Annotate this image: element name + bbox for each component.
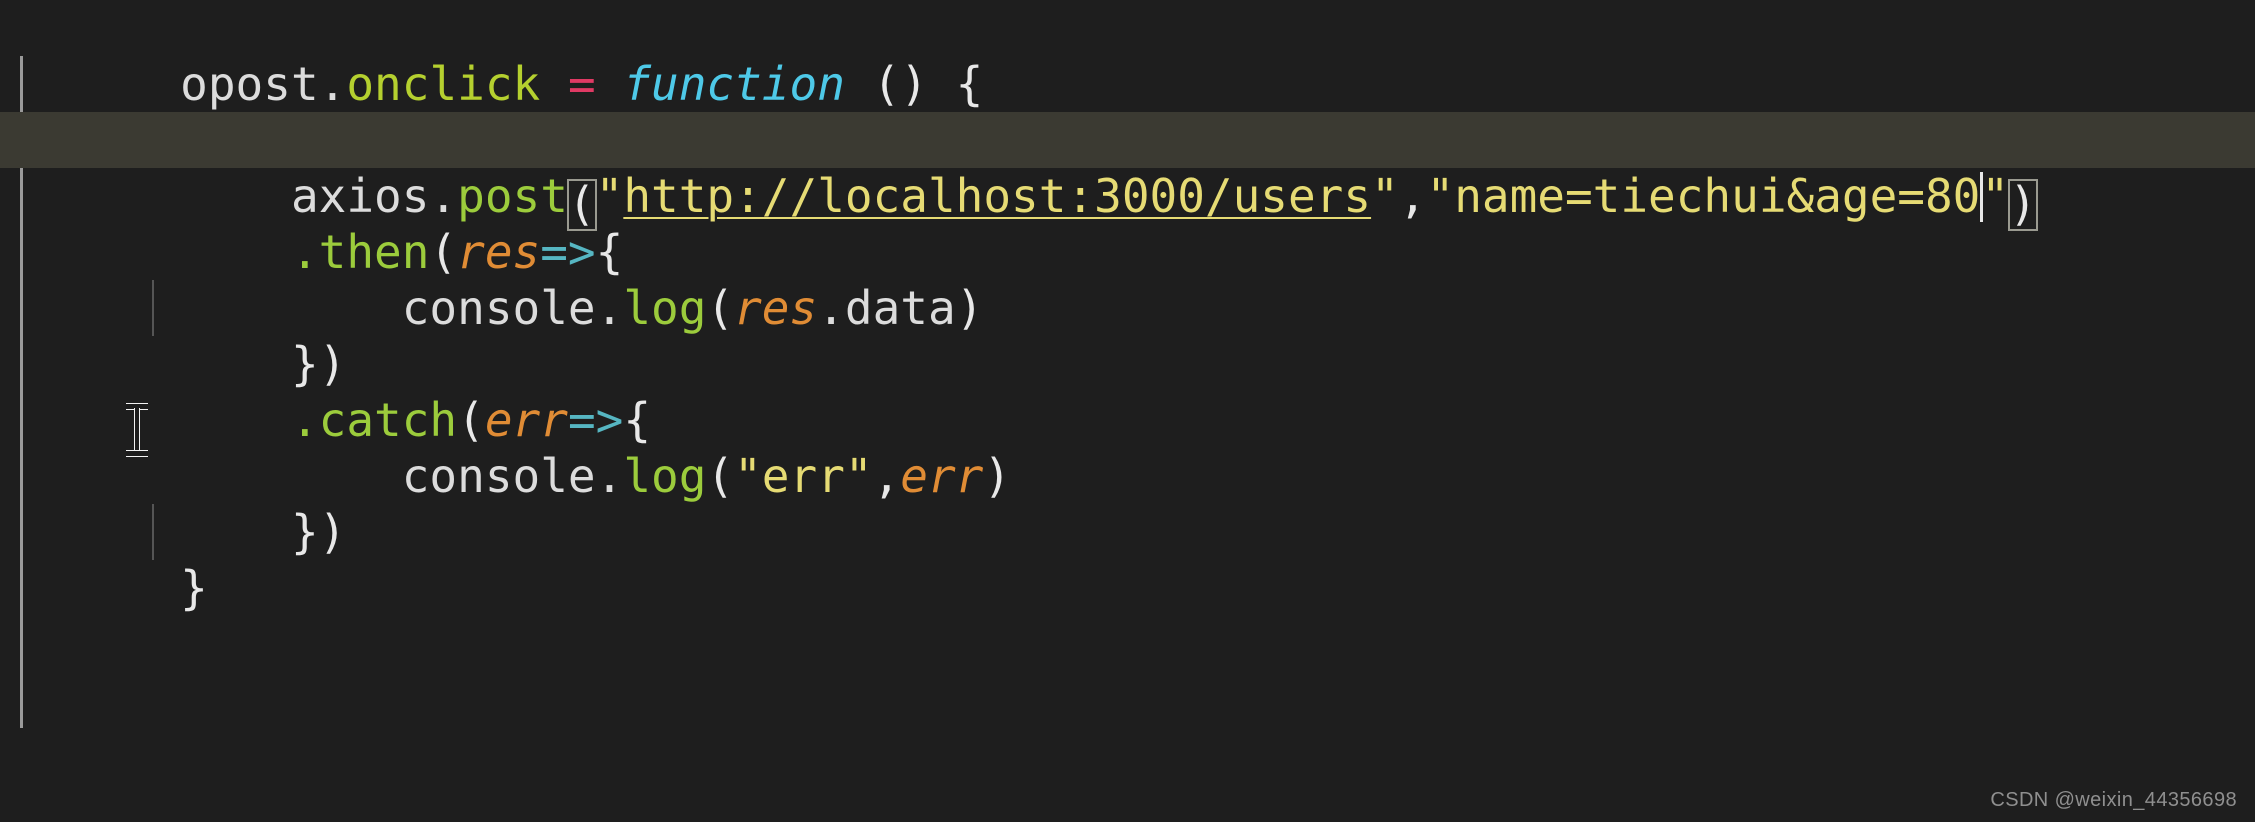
code-line-9[interactable]: }) [0,448,2255,559]
code-line-11-partial: oget.onclick = function () { [0,812,1066,822]
code-line-8[interactable]: console.log("err",err) [0,392,2255,503]
code-line-1[interactable]: opost.onclick = function () { [0,0,2255,111]
code-line-5[interactable]: console.log(res.data) [0,224,2255,335]
close-brace: } [180,561,208,615]
code-line-6[interactable]: }) [0,280,2255,391]
code-line-2[interactable]: // console.log("opost") [0,56,2255,167]
code-line-4[interactable]: .then(res=>{ [0,168,2255,279]
code-lines[interactable]: opost.onclick = function () { // console… [0,0,2255,822]
code-line-3-current[interactable]: axios.post("http://localhost:3000/users"… [0,112,2255,231]
csdn-watermark: CSDN @weixin_44356698 [1990,789,2237,811]
code-line-7[interactable]: .catch(err=>{ [0,336,2255,447]
code-line-10[interactable]: } [0,504,2255,615]
clipped-next-line: oget.onclick = function () { [0,812,2255,822]
code-editor[interactable]: opost.onclick = function () { // console… [0,0,2255,822]
